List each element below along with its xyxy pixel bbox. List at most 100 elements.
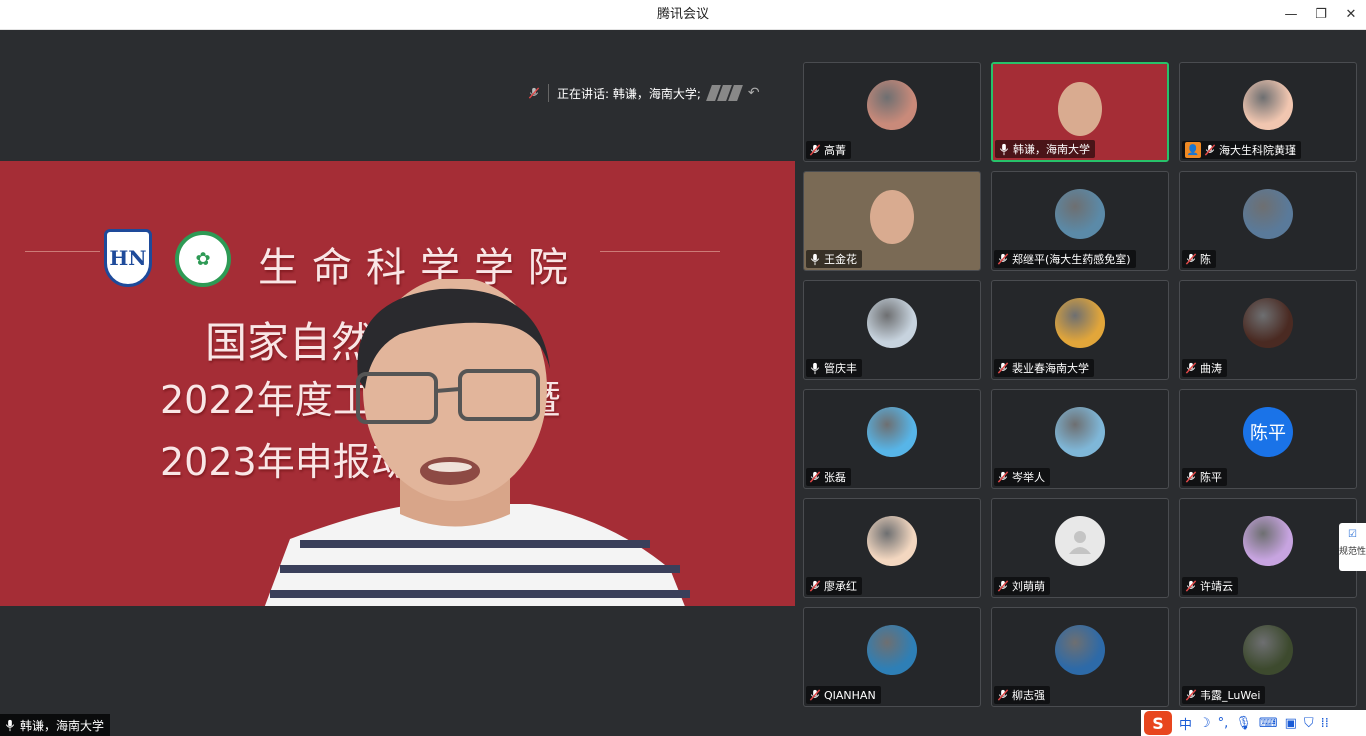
participant-label: 裴业春海南大学 bbox=[994, 359, 1094, 377]
participant-name: 陈 bbox=[1200, 253, 1211, 266]
participant-tile[interactable]: 高菁 bbox=[803, 62, 981, 162]
participant-name: 陈平 bbox=[1200, 471, 1222, 484]
participant-avatar bbox=[1055, 298, 1105, 348]
participant-tile[interactable]: QIANHAN bbox=[803, 607, 981, 707]
participant-avatar bbox=[867, 298, 917, 348]
speaking-label: 正在讲话: 韩谦，海南大学; bbox=[557, 86, 701, 101]
participant-tile[interactable]: 郑继平(海大生药感免室) bbox=[991, 171, 1169, 271]
participant-name: 高菁 bbox=[824, 144, 846, 157]
close-button[interactable]: ✕ bbox=[1340, 5, 1362, 25]
participant-name: 曲涛 bbox=[1200, 362, 1222, 375]
microphone-icon[interactable]: 🎙 bbox=[1235, 716, 1252, 731]
participant-avatar bbox=[1243, 80, 1293, 130]
participant-name: 许靖云 bbox=[1200, 580, 1233, 593]
participant-name: 裴业春海南大学 bbox=[1012, 362, 1089, 375]
participant-tile[interactable]: 管庆丰 bbox=[803, 280, 981, 380]
muted-mic-icon bbox=[809, 579, 821, 592]
participant-tile[interactable]: 柳志强 bbox=[991, 607, 1169, 707]
participant-tile[interactable]: 刘萌萌 bbox=[991, 498, 1169, 598]
mic-icon bbox=[810, 362, 820, 374]
participant-tile[interactable]: 许靖云 bbox=[1179, 498, 1357, 598]
mic-icon bbox=[810, 253, 820, 265]
restore-button[interactable]: ❐ bbox=[1310, 5, 1332, 25]
user-icon[interactable]: ▣ bbox=[1285, 716, 1297, 731]
keyboard-icon[interactable]: ⌨ bbox=[1259, 716, 1278, 731]
participant-tile[interactable]: 曲涛 bbox=[1179, 280, 1357, 380]
participant-label: 高菁 bbox=[806, 141, 851, 159]
grid-icon[interactable]: ⁞⁞ bbox=[1321, 716, 1329, 731]
participant-tile[interactable]: 👤 海大生科院黄瑾 bbox=[1179, 62, 1357, 162]
muted-mic-icon bbox=[809, 143, 821, 156]
punctuation-icon[interactable]: °, bbox=[1218, 716, 1229, 731]
speaker-name-tag: 韩谦，海南大学 bbox=[0, 714, 111, 736]
participant-tile[interactable]: 岑举人 bbox=[991, 389, 1169, 489]
sogou-logo-icon[interactable]: S bbox=[1144, 711, 1172, 735]
participant-avatar bbox=[1055, 516, 1105, 566]
expand-icon[interactable]: ↶ bbox=[748, 85, 760, 101]
shirt-icon[interactable]: ⛉ bbox=[1304, 716, 1314, 731]
muted-mic-icon bbox=[997, 470, 1009, 483]
shared-video: HN ✿ 生命科学学院 国家自然科学基金 2022年度工作总结会暨 2023年申… bbox=[0, 161, 795, 606]
muted-mic-icon bbox=[997, 688, 1009, 701]
participant-avatar bbox=[1243, 298, 1293, 348]
participant-tile[interactable]: 陈 bbox=[1179, 171, 1357, 271]
participant-name: 管庆丰 bbox=[824, 362, 857, 375]
muted-mic-icon bbox=[1185, 579, 1197, 592]
participant-label: 廖承红 bbox=[806, 577, 862, 595]
participant-label: 陈平 bbox=[1182, 468, 1227, 486]
muted-mic-icon bbox=[997, 252, 1009, 265]
speaker-person bbox=[264, 279, 690, 606]
participant-avatar bbox=[867, 516, 917, 566]
decor-line bbox=[25, 251, 100, 252]
participant-label: 许靖云 bbox=[1182, 577, 1238, 595]
participant-label: 刘萌萌 bbox=[994, 577, 1050, 595]
speaking-indicator: 正在讲话: 韩谦，海南大学; ↶ bbox=[528, 82, 760, 104]
title-bar: 腾讯会议 — ❐ ✕ bbox=[0, 0, 1366, 30]
participant-name: 柳志强 bbox=[1012, 689, 1045, 702]
muted-mic-icon bbox=[1185, 688, 1197, 701]
participant-tile[interactable]: 韦露_LuWei bbox=[1179, 607, 1357, 707]
participant-name: 韦露_LuWei bbox=[1200, 689, 1261, 702]
participant-tile[interactable]: 陈平 陈平 bbox=[1179, 389, 1357, 489]
muted-mic-icon bbox=[1204, 143, 1216, 156]
moon-icon[interactable]: ☽ bbox=[1199, 716, 1211, 731]
participant-avatar bbox=[1055, 625, 1105, 675]
participant-name: 郑继平(海大生药感免室) bbox=[1012, 253, 1131, 266]
participant-name: 刘萌萌 bbox=[1012, 580, 1045, 593]
participant-label: 柳志强 bbox=[994, 686, 1050, 704]
ime-item-chinese[interactable]: 中 bbox=[1179, 714, 1192, 733]
ime-toolbar[interactable]: S 中 ☽ °, 🎙 ⌨ ▣ ⛉ ⁞⁞ bbox=[1141, 710, 1366, 736]
participant-avatar bbox=[1243, 625, 1293, 675]
hainan-university-logo: HN bbox=[104, 229, 152, 287]
speaker-avatars bbox=[705, 85, 743, 101]
participant-tile[interactable]: 王金花 bbox=[803, 171, 981, 271]
participant-label: QIANHAN bbox=[806, 686, 881, 704]
mic-icon bbox=[5, 719, 15, 731]
side-widget[interactable]: ☑ 规范性 bbox=[1339, 523, 1366, 571]
participant-tile[interactable]: 张磊 bbox=[803, 389, 981, 489]
muted-mic-icon bbox=[809, 470, 821, 483]
main-speaker-area: 正在讲话: 韩谦，海南大学; ↶ HN ✿ 生命科学学院 国家自然科学基金 20… bbox=[0, 30, 795, 736]
decor-line bbox=[600, 251, 720, 252]
participant-label: 王金花 bbox=[806, 250, 862, 268]
participant-label: 陈 bbox=[1182, 250, 1216, 268]
participant-tile[interactable]: 裴业春海南大学 bbox=[991, 280, 1169, 380]
divider bbox=[548, 84, 549, 102]
muted-mic-icon bbox=[997, 361, 1009, 374]
participant-label: 岑举人 bbox=[994, 468, 1050, 486]
participant-gallery: 高菁 韩谦，海南大学 👤 海大生科院黄瑾王金花 郑继平(海大生药感免室) 陈管庆丰 裴业春海… bbox=[795, 30, 1366, 736]
muted-mic-icon bbox=[1185, 361, 1197, 374]
person-badge-icon: 👤 bbox=[1185, 142, 1201, 158]
window-title: 腾讯会议 bbox=[656, 7, 709, 22]
participant-tile[interactable]: 廖承红 bbox=[803, 498, 981, 598]
participant-name: 海大生科院黄瑾 bbox=[1219, 144, 1296, 157]
college-logo: ✿ bbox=[175, 231, 231, 287]
speaker-name: 韩谦，海南大学 bbox=[20, 718, 105, 733]
minimize-button[interactable]: — bbox=[1280, 5, 1302, 25]
muted-mic-icon bbox=[1185, 252, 1197, 265]
participant-name: 张磊 bbox=[824, 471, 846, 484]
participant-tile[interactable]: 韩谦，海南大学 bbox=[991, 62, 1169, 162]
muted-mic-icon bbox=[1185, 470, 1197, 483]
participant-name: 岑举人 bbox=[1012, 471, 1045, 484]
participant-name: QIANHAN bbox=[824, 688, 876, 702]
